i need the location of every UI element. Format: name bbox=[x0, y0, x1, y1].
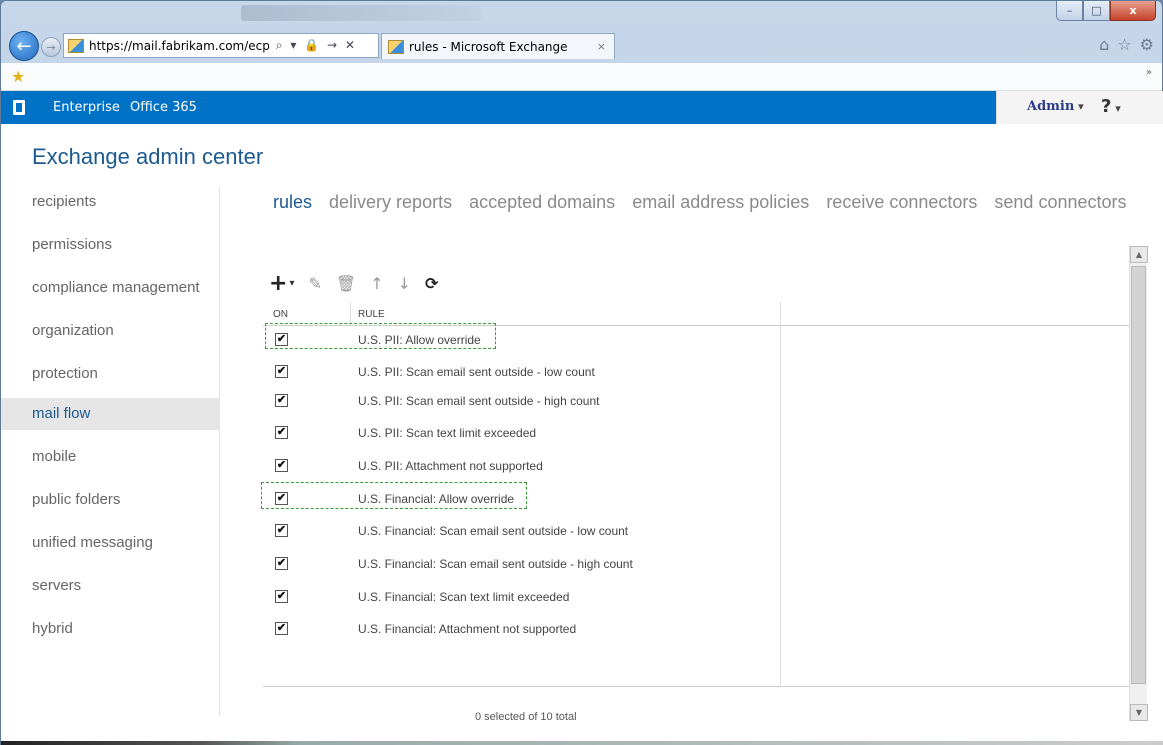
nav-item-unified-messaging[interactable]: unified messaging bbox=[1, 527, 220, 559]
office365-bar: Enterprise Office 365 Admin ? bbox=[1, 91, 1163, 129]
nav-item-recipients[interactable]: recipients bbox=[1, 186, 220, 218]
nav-item-mail-flow[interactable]: mail flow bbox=[1, 398, 220, 430]
selection-status: 0 selected of 10 total bbox=[475, 711, 577, 723]
move-down-icon[interactable]: ↓ bbox=[398, 274, 411, 293]
rule-name: U.S. PII: Scan text limit exceeded bbox=[358, 426, 537, 440]
address-tools[interactable]: ⌕ ▾ 🔒 → ✕ bbox=[276, 38, 357, 53]
page-title: Exchange admin center bbox=[32, 144, 264, 169]
enterprise-link[interactable]: Enterprise bbox=[53, 100, 120, 129]
grid-bottom-border bbox=[263, 686, 1129, 687]
user-area: Admin ? bbox=[996, 91, 1163, 124]
maximize-button[interactable]: □ bbox=[1083, 1, 1110, 21]
site-favicon-icon bbox=[68, 38, 84, 53]
details-pane-divider bbox=[780, 326, 781, 686]
column-divider bbox=[780, 302, 781, 326]
tab-accepted-domains[interactable]: accepted domains bbox=[469, 192, 615, 213]
add-icon[interactable]: + bbox=[269, 271, 287, 296]
enabled-checkbox[interactable]: ✔ bbox=[275, 394, 288, 407]
move-up-icon[interactable]: ↑ bbox=[370, 274, 383, 293]
title-bar: – □ x bbox=[1, 1, 1162, 31]
window-controls: – □ x bbox=[1056, 1, 1156, 21]
scroll-down-icon[interactable]: ▼ bbox=[1130, 704, 1148, 721]
vertical-scrollbar[interactable]: ▲ ▼ bbox=[1129, 246, 1148, 721]
browser-toolbar-icons: ⌂ ☆ ⚙ bbox=[1099, 35, 1154, 54]
tab-email-address-policies[interactable]: email address policies bbox=[632, 192, 809, 213]
help-menu[interactable]: ? bbox=[1101, 96, 1121, 117]
nav-item-protection[interactable]: protection bbox=[1, 358, 220, 390]
tab-title: rules - Microsoft Exchange bbox=[409, 39, 568, 54]
table-row[interactable]: ✔ U.S. Financial: Scan email sent outsid… bbox=[263, 553, 773, 575]
tab-delivery-reports[interactable]: delivery reports bbox=[329, 192, 452, 213]
table-row[interactable]: ✔ U.S. PII: Attachment not supported bbox=[263, 455, 773, 477]
navigation-bar: ← → https://mail.fabrikam.com/ecp ⌕ ▾ 🔒 … bbox=[1, 29, 1162, 63]
nav-item-organization[interactable]: organization bbox=[1, 315, 220, 347]
rule-name: U.S. Financial: Attachment not supported bbox=[358, 622, 577, 636]
scrollbar-thumb[interactable] bbox=[1131, 266, 1146, 684]
page-content: Enterprise Office 365 Admin ? Exchange a… bbox=[1, 91, 1163, 741]
star-icon[interactable]: ☆ bbox=[1117, 35, 1131, 54]
chevron-right-icon[interactable]: » bbox=[1146, 67, 1152, 78]
enabled-checkbox[interactable]: ✔ bbox=[275, 426, 288, 439]
nav-item-permissions[interactable]: permissions bbox=[1, 229, 220, 261]
rules-toolbar: + ▾ ✎ 🗑 ↑ ↓ ⟳ bbox=[269, 271, 438, 296]
table-row[interactable]: ✔ U.S. Financial: Scan text limit exceed… bbox=[263, 586, 773, 608]
table-row[interactable]: ✔ U.S. PII: Scan email sent outside - lo… bbox=[263, 361, 773, 383]
edit-icon[interactable]: ✎ bbox=[308, 274, 321, 293]
table-row[interactable]: ✔ U.S. Financial: Scan email sent outsid… bbox=[263, 520, 773, 542]
rule-name: U.S. Financial: Scan text limit exceeded bbox=[358, 590, 570, 604]
enabled-checkbox[interactable]: ✔ bbox=[275, 365, 288, 378]
back-arrow-icon[interactable]: ← bbox=[9, 31, 39, 61]
tab-rules[interactable]: rules - Microsoft Exchange × bbox=[381, 33, 615, 59]
enabled-checkbox[interactable]: ✔ bbox=[275, 590, 288, 603]
tab-receive-connectors[interactable]: receive connectors bbox=[826, 192, 977, 213]
nav-item-compliance-management[interactable]: compliance management bbox=[1, 272, 220, 304]
scroll-up-icon[interactable]: ▲ bbox=[1130, 246, 1148, 263]
favorites-bar: ★ » bbox=[1, 63, 1162, 91]
rule-name: U.S. PII: Scan email sent outside - high… bbox=[358, 394, 600, 408]
highlight-box-financial bbox=[261, 482, 527, 509]
home-icon[interactable]: ⌂ bbox=[1099, 35, 1109, 54]
title-ghost bbox=[241, 5, 481, 21]
column-header-on[interactable]: ON bbox=[273, 309, 288, 320]
nav-item-servers[interactable]: servers bbox=[1, 570, 220, 602]
column-header-rule[interactable]: RULE bbox=[358, 309, 385, 320]
favorites-star-icon[interactable]: ★ bbox=[11, 67, 25, 86]
tab-send-connectors[interactable]: send connectors bbox=[994, 192, 1126, 213]
admin-menu[interactable]: Admin bbox=[1027, 99, 1084, 114]
refresh-icon[interactable]: ⟳ bbox=[425, 274, 438, 293]
address-bar[interactable]: https://mail.fabrikam.com/ecp ⌕ ▾ 🔒 → ✕ bbox=[63, 33, 379, 58]
table-row[interactable]: ✔ U.S. PII: Scan text limit exceeded bbox=[263, 422, 773, 444]
office-logo-icon[interactable] bbox=[13, 100, 25, 115]
tab-favicon-icon bbox=[388, 39, 404, 54]
rule-name: U.S. PII: Scan email sent outside - low … bbox=[358, 365, 595, 379]
nav-item-hybrid[interactable]: hybrid bbox=[1, 613, 220, 645]
browser-window: – □ x ← → https://mail.fabrikam.com/ecp … bbox=[0, 0, 1163, 745]
delete-icon[interactable]: 🗑 bbox=[336, 274, 356, 293]
gear-icon[interactable]: ⚙ bbox=[1140, 35, 1154, 54]
rule-name: U.S. Financial: Scan email sent outside … bbox=[358, 524, 629, 538]
left-navigation: recipients permissions compliance manage… bbox=[1, 186, 220, 716]
rule-name: U.S. PII: Attachment not supported bbox=[358, 459, 543, 473]
enabled-checkbox[interactable]: ✔ bbox=[275, 557, 288, 570]
address-text[interactable]: https://mail.fabrikam.com/ecp bbox=[89, 39, 270, 53]
forward-arrow-icon[interactable]: → bbox=[41, 37, 61, 57]
enabled-checkbox[interactable]: ✔ bbox=[275, 622, 288, 635]
highlight-box-pii bbox=[265, 323, 496, 349]
nav-item-mobile[interactable]: mobile bbox=[1, 441, 220, 473]
enabled-checkbox[interactable]: ✔ bbox=[275, 459, 288, 472]
nav-item-public-folders[interactable]: public folders bbox=[1, 484, 220, 516]
chevron-down-icon[interactable]: ▾ bbox=[289, 278, 294, 289]
close-button[interactable]: x bbox=[1110, 1, 1156, 21]
rule-name: U.S. Financial: Scan email sent outside … bbox=[358, 557, 633, 571]
sub-tabs: rules delivery reports accepted domains … bbox=[273, 192, 1143, 213]
table-row[interactable]: ✔ U.S. PII: Scan email sent outside - hi… bbox=[263, 390, 773, 412]
enabled-checkbox[interactable]: ✔ bbox=[275, 524, 288, 537]
tab-close-icon[interactable]: × bbox=[597, 40, 606, 53]
minimize-button[interactable]: – bbox=[1056, 1, 1083, 21]
table-row[interactable]: ✔ U.S. Financial: Attachment not support… bbox=[263, 618, 773, 640]
rules-grid: ON RULE ✔ U.S. PII: Allow override ✔ U.S… bbox=[261, 302, 1129, 697]
taskbar-shadow bbox=[1, 741, 1163, 745]
tab-rules-active[interactable]: rules bbox=[273, 192, 312, 213]
office365-link[interactable]: Office 365 bbox=[130, 100, 197, 115]
